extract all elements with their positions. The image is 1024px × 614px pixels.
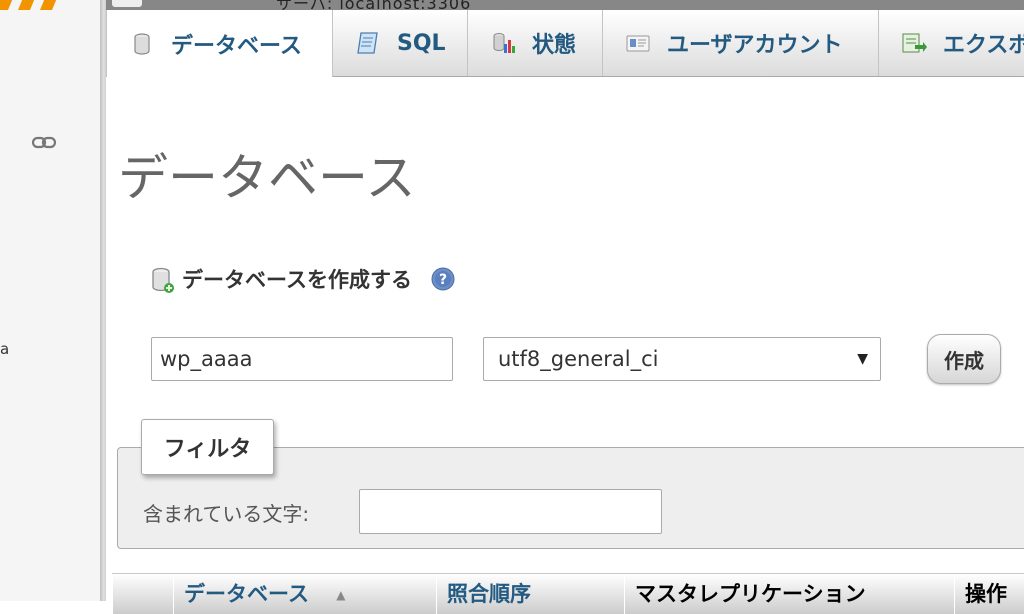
- breadcrumb-server-tab[interactable]: [112, 0, 142, 7]
- collation-selected-value: utf8_general_ci: [498, 347, 659, 371]
- column-header-label: データベース: [184, 582, 309, 606]
- help-icon[interactable]: ?: [430, 266, 456, 292]
- server-breadcrumb[interactable]: サーバ: localhost:3306: [276, 0, 471, 10]
- server-breadcrumb-bar: サーバ: localhost:3306: [106, 0, 1024, 10]
- status-chart-icon: [493, 33, 515, 53]
- user-accounts-icon: [626, 35, 650, 52]
- tab-label: SQL: [397, 30, 446, 56]
- column-header-database[interactable]: データベース ▲: [173, 574, 436, 614]
- filter-legend: フィルタ: [141, 419, 274, 475]
- tab-label: エクスポート: [943, 33, 1024, 58]
- collation-select[interactable]: utf8_general_ci ▼: [483, 337, 881, 381]
- tab-label: ユーザアカウント: [667, 33, 843, 58]
- databases-table-header: データベース ▲ 照合順序 マスタレプリケーション 操作: [112, 573, 1024, 614]
- create-database-label: データベースを作成する: [182, 268, 412, 292]
- tab-status[interactable]: 状態: [468, 10, 603, 76]
- tab-databases[interactable]: データベース: [106, 10, 333, 77]
- page-title: データベース: [118, 149, 416, 207]
- column-header-collation[interactable]: 照合順序: [436, 574, 624, 614]
- database-add-icon: [152, 267, 174, 293]
- database-icon: [134, 32, 150, 55]
- nav-resize-handle[interactable]: [100, 0, 106, 601]
- sort-ascending-icon[interactable]: ▲: [336, 588, 345, 602]
- dropdown-arrow-icon: ▼: [857, 351, 868, 367]
- sql-icon: [357, 32, 378, 54]
- column-header-label: 照合順序: [447, 582, 531, 606]
- link-icon[interactable]: [32, 136, 56, 150]
- export-icon: [902, 33, 927, 53]
- column-header-select: [112, 574, 173, 614]
- create-database-button[interactable]: 作成: [927, 334, 1001, 384]
- database-name-input[interactable]: [151, 337, 453, 381]
- navigation-panel: a: [0, 0, 100, 601]
- phpmyadmin-logo: [0, 0, 57, 10]
- tab-sql[interactable]: SQL: [333, 10, 468, 76]
- tab-user-accounts[interactable]: ユーザアカウント: [603, 10, 879, 76]
- create-database-heading: データベースを作成する ?: [150, 264, 456, 294]
- filter-input[interactable]: [359, 489, 662, 534]
- column-header-actions: 操作: [954, 574, 1024, 614]
- column-header-replication: マスタレプリケーション: [624, 574, 954, 614]
- filter-label: 含まれている文字:: [143, 502, 310, 526]
- top-menu-tabs: データベース SQL 状態 ユーザアカウント エクスポ: [106, 10, 1024, 77]
- tab-label: データベース: [171, 33, 302, 59]
- nav-item-text[interactable]: a: [0, 340, 9, 358]
- column-header-label: 操作: [965, 582, 1007, 606]
- tab-export[interactable]: エクスポート: [879, 10, 1024, 76]
- tab-label: 状態: [532, 33, 577, 58]
- column-header-label: マスタレプリケーション: [635, 582, 866, 606]
- svg-text:?: ?: [439, 272, 447, 288]
